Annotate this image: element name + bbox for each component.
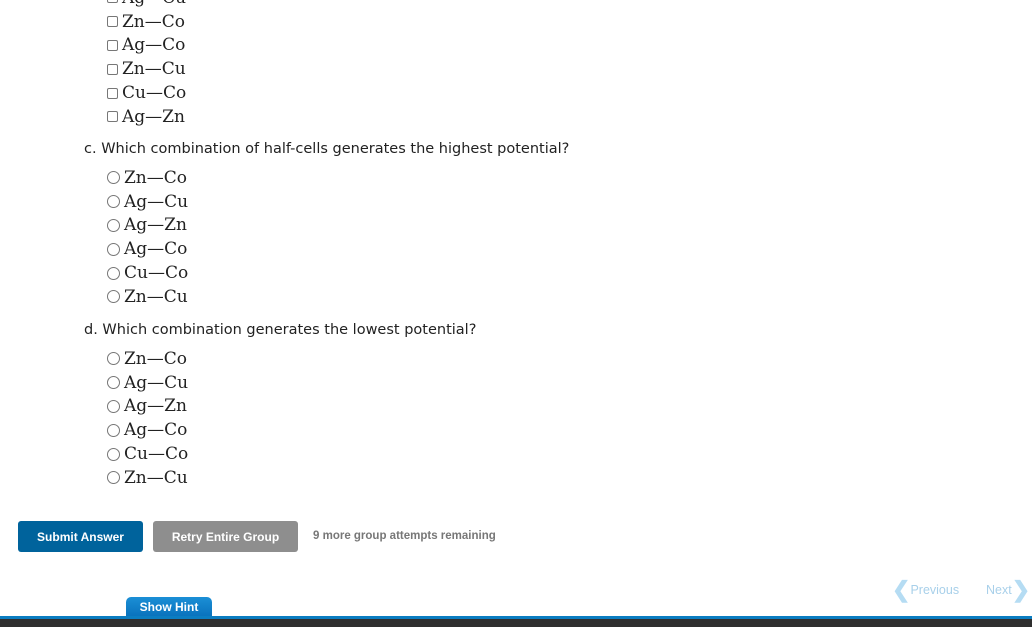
- radio-button[interactable]: [107, 290, 120, 304]
- part-b-option[interactable]: Zn—Co: [107, 10, 186, 34]
- radio-button[interactable]: [107, 447, 120, 461]
- part-b-option[interactable]: Ag—Co: [107, 34, 186, 58]
- retry-entire-group-button[interactable]: Retry Entire Group: [153, 521, 298, 552]
- show-hint-button[interactable]: Show Hint: [126, 597, 212, 616]
- part-b-options: Ag—Cu Zn—Co Ag—Co Zn—Cu Cu—Co Ag—Zn: [107, 0, 186, 129]
- previous-button[interactable]: ❮ Previous: [892, 579, 959, 601]
- radio-button[interactable]: [107, 471, 120, 485]
- part-d-options: Zn—Co Ag—Cu Ag—Zn Ag—Co Cu—Co Zn—Cu: [107, 347, 188, 490]
- part-c-option[interactable]: Ag—Co: [107, 237, 188, 261]
- checkbox[interactable]: [107, 16, 118, 28]
- part-b-option[interactable]: Cu—Co: [107, 81, 186, 105]
- part-c-option[interactable]: Ag—Cu: [107, 190, 188, 214]
- part-b-option[interactable]: Ag—Cu: [107, 0, 186, 10]
- option-label: Ag—Co: [124, 420, 188, 441]
- part-d-option[interactable]: Ag—Co: [107, 418, 188, 442]
- option-label: Ag—Cu: [122, 0, 186, 8]
- option-label: Zn—Co: [122, 11, 186, 32]
- part-b-option[interactable]: Zn—Cu: [107, 57, 186, 81]
- bottom-toolbar: [0, 616, 1032, 627]
- part-d-option[interactable]: Zn—Co: [107, 347, 188, 371]
- radio-button[interactable]: [107, 195, 120, 209]
- checkbox[interactable]: [107, 63, 118, 75]
- chevron-right-icon: ❯: [1011, 577, 1031, 602]
- part-d-option[interactable]: Ag—Cu: [107, 371, 188, 395]
- option-label: Zn—Co: [124, 167, 188, 188]
- part-c-question: c. Which combination of half-cells gener…: [84, 141, 570, 157]
- radio-button[interactable]: [107, 218, 120, 232]
- part-d-option[interactable]: Cu—Co: [107, 442, 188, 466]
- part-d-question: d. Which combination generates the lowes…: [84, 322, 477, 338]
- part-c-option[interactable]: Zn—Co: [107, 166, 188, 190]
- chevron-left-icon: ❮: [892, 577, 911, 602]
- option-label: Ag—Co: [124, 239, 188, 260]
- option-label: Zn—Cu: [122, 59, 186, 80]
- option-label: Cu—Co: [122, 83, 187, 104]
- option-label: Zn—Cu: [124, 286, 188, 307]
- checkbox[interactable]: [107, 39, 118, 51]
- option-label: Ag—Zn: [124, 396, 187, 417]
- previous-label: Previous: [910, 583, 960, 597]
- radio-button[interactable]: [107, 242, 120, 256]
- radio-button[interactable]: [107, 376, 120, 390]
- radio-button[interactable]: [107, 171, 120, 185]
- next-label: Next: [986, 583, 1012, 597]
- checkbox[interactable]: [107, 0, 118, 4]
- next-button[interactable]: Next ❯: [986, 579, 1030, 601]
- option-label: Ag—Zn: [122, 106, 185, 127]
- radio-button[interactable]: [107, 399, 120, 413]
- attempts-remaining-text: 9 more group attempts remaining: [313, 530, 496, 542]
- option-label: Ag—Zn: [124, 215, 187, 236]
- submit-answer-button[interactable]: Submit Answer: [18, 521, 143, 552]
- option-label: Cu—Co: [124, 444, 189, 465]
- part-d-option[interactable]: Zn—Cu: [107, 466, 188, 490]
- part-c-option[interactable]: Zn—Cu: [107, 285, 188, 309]
- option-label: Zn—Cu: [124, 467, 188, 488]
- part-c-options: Zn—Co Ag—Cu Ag—Zn Ag—Co Cu—Co Zn—Cu: [107, 166, 188, 309]
- part-c-option[interactable]: Cu—Co: [107, 261, 188, 285]
- checkbox[interactable]: [107, 111, 118, 123]
- option-label: Cu—Co: [124, 263, 189, 284]
- option-label: Ag—Cu: [124, 372, 189, 393]
- option-label: Ag—Cu: [124, 191, 189, 212]
- option-label: Zn—Co: [124, 348, 188, 369]
- part-d-option[interactable]: Ag—Zn: [107, 395, 188, 419]
- radio-button[interactable]: [107, 352, 120, 366]
- part-b-option[interactable]: Ag—Zn: [107, 105, 186, 129]
- option-label: Ag—Co: [122, 35, 186, 56]
- radio-button[interactable]: [107, 266, 120, 280]
- checkbox[interactable]: [107, 87, 118, 99]
- radio-button[interactable]: [107, 423, 120, 437]
- part-c-option[interactable]: Ag—Zn: [107, 214, 188, 238]
